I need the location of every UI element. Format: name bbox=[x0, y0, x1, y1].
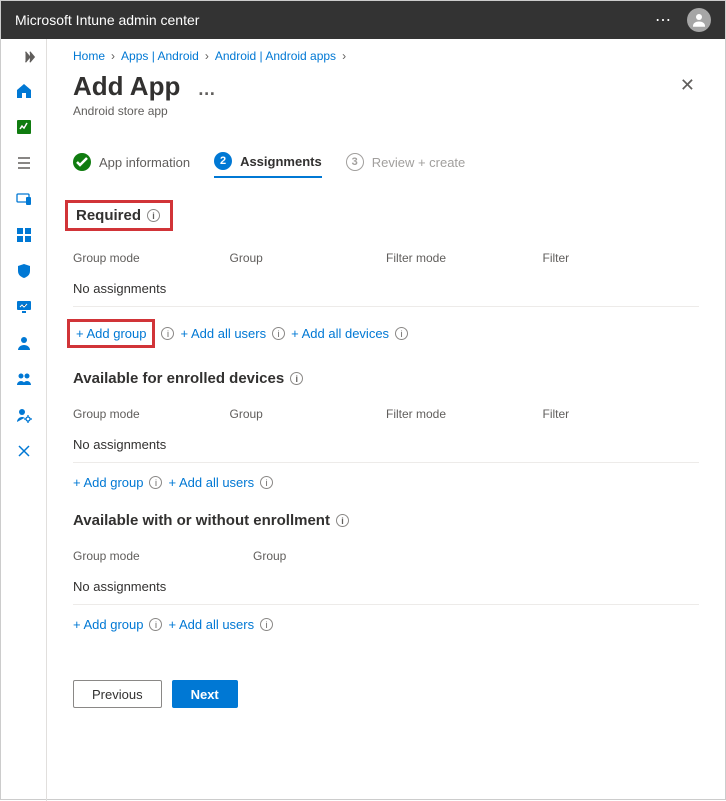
user-icon bbox=[690, 11, 708, 29]
add-all-users-link[interactable]: + Add all users bbox=[180, 326, 266, 341]
add-all-users-link[interactable]: + Add all users bbox=[168, 475, 254, 490]
tab-app-information[interactable]: App information bbox=[73, 153, 190, 177]
section-title: Required bbox=[76, 207, 141, 224]
table-empty-row: No assignments bbox=[73, 427, 699, 463]
previous-button[interactable]: Previous bbox=[73, 680, 162, 708]
col-group-mode: Group mode bbox=[73, 549, 253, 563]
nav-reports[interactable] bbox=[1, 291, 47, 323]
info-icon[interactable]: i bbox=[336, 514, 349, 527]
nav-tenant[interactable] bbox=[1, 399, 47, 431]
app-title: Microsoft Intune admin center bbox=[15, 12, 199, 28]
next-button[interactable]: Next bbox=[172, 680, 238, 708]
user-single-icon bbox=[16, 335, 32, 351]
tab-review-create[interactable]: 3 Review + create bbox=[346, 153, 466, 177]
collapse-nav-button[interactable] bbox=[1, 43, 46, 71]
tab-label: Assignments bbox=[240, 154, 322, 169]
section-enrolled: Available for enrolled devices i Group m… bbox=[73, 370, 699, 490]
checkmark-icon bbox=[73, 153, 91, 171]
table-header: Group mode Group Filter mode Filter bbox=[73, 245, 699, 271]
nav-troubleshoot[interactable] bbox=[1, 435, 47, 467]
nav-home[interactable] bbox=[1, 75, 47, 107]
main-content: Home › Apps | Android › Android | Androi… bbox=[47, 39, 725, 801]
tab-label: Review + create bbox=[372, 155, 466, 170]
nav-devices[interactable] bbox=[1, 183, 47, 215]
col-group-mode: Group mode bbox=[73, 407, 230, 421]
step-number: 3 bbox=[346, 153, 364, 171]
col-group: Group bbox=[253, 549, 699, 563]
section-without-heading: Available with or without enrollment i bbox=[73, 512, 349, 529]
sidenav bbox=[1, 39, 47, 801]
apps-icon bbox=[16, 227, 32, 243]
section-required: Required i Group mode Group Filter mode … bbox=[73, 200, 699, 348]
col-group: Group bbox=[230, 251, 387, 265]
tools-icon bbox=[16, 443, 32, 459]
tab-assignments[interactable]: 2 Assignments bbox=[214, 152, 322, 178]
more-menu[interactable]: ⋯ bbox=[655, 10, 673, 30]
wizard-footer: Previous Next bbox=[73, 666, 699, 708]
info-icon[interactable]: i bbox=[149, 476, 162, 489]
col-filter-mode: Filter mode bbox=[386, 407, 543, 421]
nav-apps[interactable] bbox=[1, 219, 47, 251]
user-avatar[interactable] bbox=[687, 8, 711, 32]
nav-all-services[interactable] bbox=[1, 147, 47, 179]
section-title: Available for enrolled devices bbox=[73, 370, 284, 387]
list-icon bbox=[16, 155, 32, 171]
chevron-right-icon: › bbox=[205, 49, 209, 63]
users-group-icon bbox=[16, 371, 32, 387]
section-without-enrollment: Available with or without enrollment i G… bbox=[73, 512, 699, 632]
titlebar: Microsoft Intune admin center ⋯ bbox=[1, 1, 725, 39]
page-subtitle: Android store app bbox=[73, 104, 218, 118]
info-icon[interactable]: i bbox=[147, 209, 160, 222]
info-icon[interactable]: i bbox=[290, 372, 303, 385]
table-header: Group mode Group bbox=[73, 543, 699, 569]
info-icon[interactable]: i bbox=[272, 327, 285, 340]
close-button[interactable]: ✕ bbox=[676, 71, 699, 100]
dashboard-icon bbox=[16, 119, 32, 135]
info-icon[interactable]: i bbox=[161, 327, 174, 340]
add-group-link[interactable]: + Add group bbox=[67, 319, 155, 348]
col-filter-mode: Filter mode bbox=[386, 251, 543, 265]
page-title: Add App bbox=[73, 71, 180, 101]
add-all-devices-link[interactable]: + Add all devices bbox=[291, 326, 389, 341]
shield-icon bbox=[16, 263, 32, 279]
add-all-users-link[interactable]: + Add all users bbox=[168, 617, 254, 632]
home-icon bbox=[16, 83, 32, 99]
info-icon[interactable]: i bbox=[260, 476, 273, 489]
table-empty-row: No assignments bbox=[73, 569, 699, 605]
section-enrolled-heading: Available for enrolled devices i bbox=[73, 370, 303, 387]
wizard-tabs: App information 2 Assignments 3 Review +… bbox=[73, 152, 699, 178]
col-filter: Filter bbox=[543, 407, 700, 421]
section-title: Available with or without enrollment bbox=[73, 512, 330, 529]
breadcrumb: Home › Apps | Android › Android | Androi… bbox=[73, 49, 699, 63]
breadcrumb-apps-android[interactable]: Apps | Android bbox=[121, 49, 199, 63]
breadcrumb-home[interactable]: Home bbox=[73, 49, 105, 63]
info-icon[interactable]: i bbox=[260, 618, 273, 631]
step-number: 2 bbox=[214, 152, 232, 170]
info-icon[interactable]: i bbox=[149, 618, 162, 631]
chevron-right-icon: › bbox=[111, 49, 115, 63]
breadcrumb-android-apps[interactable]: Android | Android apps bbox=[215, 49, 336, 63]
chevron-right-icon: › bbox=[342, 49, 346, 63]
monitor-icon bbox=[16, 299, 32, 315]
nav-users[interactable] bbox=[1, 327, 47, 359]
col-group: Group bbox=[230, 407, 387, 421]
nav-groups[interactable] bbox=[1, 363, 47, 395]
chevron-double-right-icon bbox=[22, 50, 36, 64]
info-icon[interactable]: i bbox=[395, 327, 408, 340]
user-gear-icon bbox=[16, 407, 32, 423]
add-group-link[interactable]: + Add group bbox=[73, 617, 143, 632]
col-group-mode: Group mode bbox=[73, 251, 230, 265]
add-group-link[interactable]: + Add group bbox=[73, 475, 143, 490]
nav-security[interactable] bbox=[1, 255, 47, 287]
devices-icon bbox=[16, 191, 32, 207]
tab-label: App information bbox=[99, 155, 190, 170]
section-required-heading: Required i bbox=[65, 200, 173, 231]
page-more-menu[interactable]: … bbox=[198, 79, 218, 99]
col-filter: Filter bbox=[543, 251, 700, 265]
table-header: Group mode Group Filter mode Filter bbox=[73, 401, 699, 427]
table-empty-row: No assignments bbox=[73, 271, 699, 307]
nav-dashboard[interactable] bbox=[1, 111, 47, 143]
